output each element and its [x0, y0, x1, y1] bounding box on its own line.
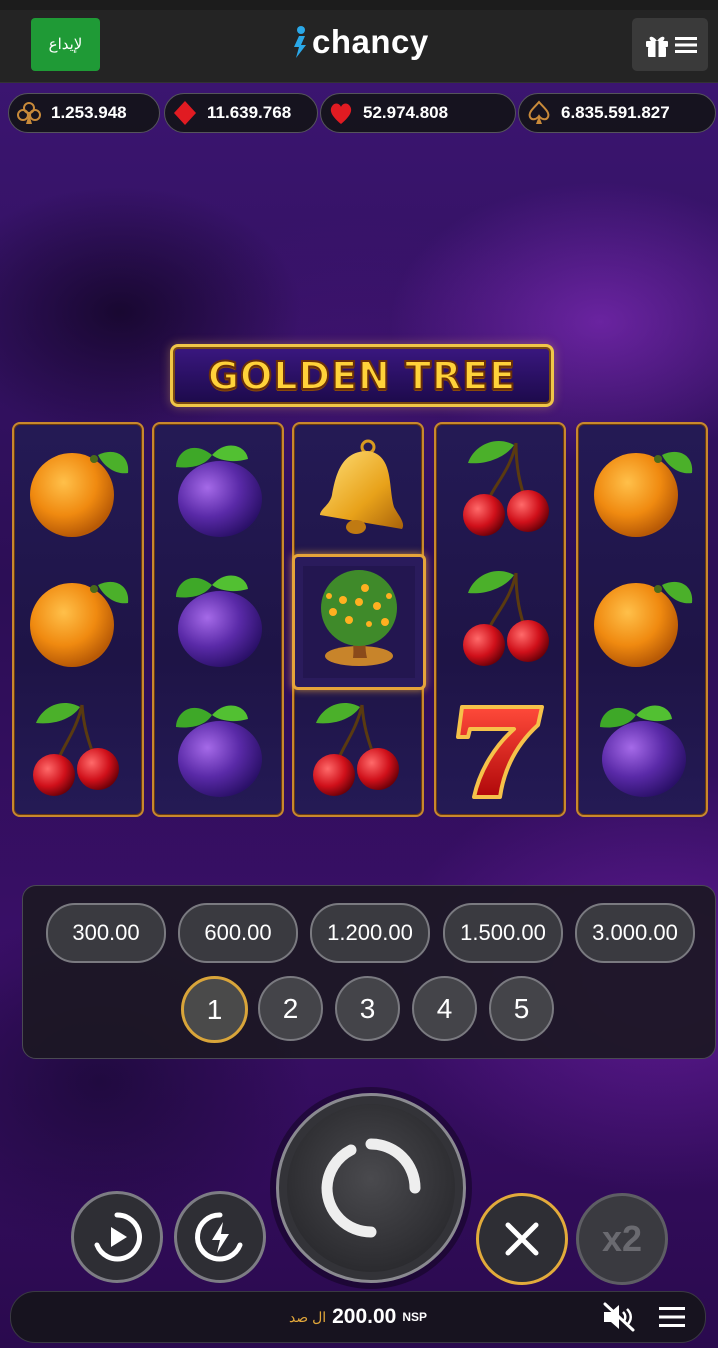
spin-button[interactable]	[276, 1093, 466, 1283]
reel-5	[576, 422, 708, 817]
top-bar: لإيداع chancy	[0, 0, 718, 83]
chancy-logo[interactable]: chancy	[290, 22, 429, 62]
plum-icon	[578, 684, 706, 814]
game-title-plate: GOLDEN TREE	[170, 344, 554, 407]
plum-icon	[154, 684, 282, 814]
menu-icon[interactable]	[659, 1305, 685, 1329]
golden-tree-icon	[292, 554, 426, 690]
seven-icon	[436, 684, 564, 814]
hamburger-icon	[675, 36, 697, 53]
reel-2	[152, 422, 284, 817]
bolt-logo-icon	[294, 26, 306, 58]
bet-amount-button[interactable]: 1.200.00	[310, 903, 430, 963]
cherry-icon	[436, 554, 564, 684]
orange-icon	[578, 424, 706, 554]
jackpot-diamond: 11.639.768	[164, 93, 318, 133]
line-button[interactable]: 2	[258, 976, 323, 1041]
jackpot-value: 52.974.808	[363, 103, 449, 122]
plum-icon	[154, 554, 282, 684]
autoplay-icon	[94, 1212, 142, 1262]
line-button[interactable]: 4	[412, 976, 477, 1041]
diamond-icon	[171, 99, 199, 127]
logo-text: chancy	[312, 23, 429, 60]
gift-icon	[646, 36, 668, 57]
cherry-icon	[294, 684, 422, 814]
balance-label: ال صد	[288, 1308, 327, 1325]
line-button-selected[interactable]: 1	[181, 976, 248, 1043]
jackpot-club: 1.253.948	[8, 93, 160, 133]
heart-icon	[327, 99, 355, 127]
spin-icon	[321, 1138, 421, 1238]
orange-icon	[14, 554, 142, 684]
line-button[interactable]: 3	[335, 976, 400, 1041]
cherry-icon	[14, 684, 142, 814]
plum-icon	[154, 424, 282, 554]
deposit-button[interactable]: لإيداع	[31, 18, 100, 71]
bet-amount-button[interactable]: 1.500.00	[443, 903, 563, 963]
close-icon	[505, 1222, 539, 1256]
balance-amount: 200.00	[332, 1305, 397, 1328]
autoplay-button[interactable]	[71, 1191, 163, 1283]
gift-menu-button[interactable]	[632, 18, 708, 71]
reel-3	[292, 422, 426, 817]
bet-panel: 300.00 600.00 1.200.00 1.500.00 3.000.00…	[22, 885, 716, 1059]
balance-currency: NSP	[402, 1310, 428, 1324]
jackpot-spade: 6.835.591.827	[518, 93, 716, 133]
spade-icon	[525, 99, 553, 127]
cherry-icon	[436, 424, 564, 554]
bell-icon	[294, 424, 422, 554]
mute-icon[interactable]	[601, 1302, 635, 1332]
game-title: GOLDEN TREE	[207, 353, 517, 399]
reel-4	[434, 422, 566, 817]
bet-amount-button[interactable]: 600.00	[178, 903, 298, 963]
jackpot-bar: 1.253.948 11.639.768 52.974.808 6.835.59…	[8, 93, 718, 133]
cancel-button[interactable]	[476, 1193, 568, 1285]
double-label: x2	[601, 1218, 643, 1259]
bet-amount-button[interactable]: 300.00	[46, 903, 166, 963]
jackpot-value: 6.835.591.827	[561, 103, 670, 122]
jackpot-value: 11.639.768	[207, 103, 292, 122]
bet-amount-button[interactable]: 3.000.00	[575, 903, 695, 963]
jackpot-heart: 52.974.808	[320, 93, 516, 133]
orange-icon	[14, 424, 142, 554]
turbo-button[interactable]	[174, 1191, 266, 1283]
turbo-icon	[195, 1212, 243, 1262]
orange-icon	[578, 554, 706, 684]
double-button[interactable]: x2	[576, 1193, 668, 1285]
jackpot-value: 1.253.948	[51, 103, 127, 122]
status-strip	[0, 0, 718, 10]
club-icon	[15, 99, 43, 127]
line-button[interactable]: 5	[489, 976, 554, 1041]
reel-1	[12, 422, 144, 817]
bottom-bar: ال صد 200.00 NSP	[10, 1291, 706, 1343]
